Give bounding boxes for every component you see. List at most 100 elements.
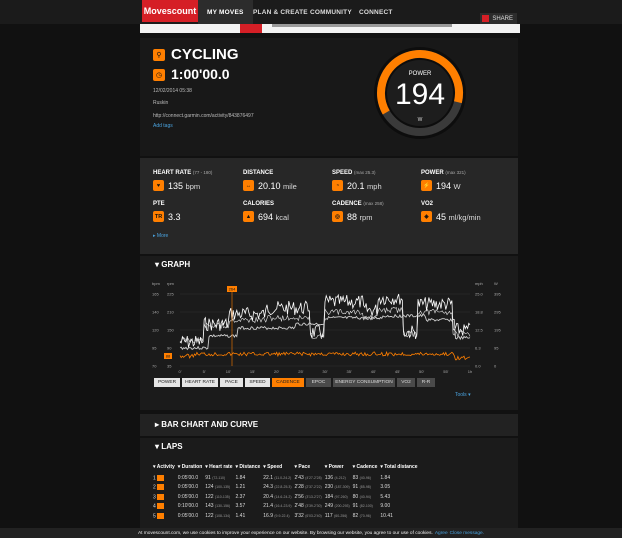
axis-unit-w: W [494, 281, 498, 286]
more-link[interactable]: ▸ More [153, 233, 168, 239]
x-tick: 45' [395, 369, 400, 374]
tools-label: Tools [455, 392, 467, 398]
cycling-icon: ⚲ [153, 49, 165, 61]
x-tick: 55' [443, 369, 448, 374]
x-tick: 5' [203, 369, 206, 374]
laps-table: ▾ Activity ▾ Duration ▾ Heart rate ▾ Dis… [153, 464, 421, 521]
collapse-icon: ▾ [155, 260, 160, 269]
mph-tick: 25.0 [475, 292, 484, 297]
x-tick: 35' [347, 369, 352, 374]
laps-title: LAPS [161, 442, 183, 451]
laps-col-total-distance[interactable]: ▾ Total distance [380, 464, 420, 473]
add-tags-link[interactable]: Add tags [153, 123, 173, 129]
sub-bar-highlight [240, 24, 262, 33]
table-row[interactable]: 5 0:05'00.0 122 (108-134) 1.41 16.9 (9.9… [153, 511, 421, 521]
move-graph[interactable]: bpm rpm mph W 165 140 120 95 70 225 210 … [150, 280, 508, 376]
axis-unit-rpm: rpm [167, 281, 175, 286]
mph-tick: 12.5 [475, 328, 484, 333]
laps-col-distance[interactable]: ▾ Distance [236, 464, 264, 473]
duration: 1:00'00.0 [171, 66, 230, 82]
cookie-close-link[interactable]: Close message. [450, 531, 484, 536]
tools-dropdown[interactable]: Tools ▾ [455, 392, 471, 398]
distance-icon: ↔ [243, 180, 254, 191]
cookie-agree-link[interactable]: Agree [435, 531, 448, 536]
power-icon: ⚡ [421, 180, 432, 191]
laps-col-speed[interactable]: ▾ Speed [263, 464, 294, 473]
cad-tick: 90 [167, 346, 172, 351]
chip-energy-consumption[interactable]: ENERGY CONSUMPTION [333, 378, 395, 387]
mph-tick: 6.3 [475, 346, 481, 351]
stat-value: 45 [436, 211, 447, 222]
laps-col-activity[interactable]: ▾ Activity [153, 464, 178, 473]
cookie-text: At movescount.com, we use cookies to imp… [137, 530, 433, 536]
laps-col-cadence[interactable]: ▾ Cadence [353, 464, 381, 473]
graph-cursor-value: 264 [229, 287, 236, 292]
table-row[interactable]: 2 0:05'00.0 124 (100-135) 1.21 24.3 (22.… [153, 483, 421, 493]
bar-chart-section[interactable]: ▸ BAR CHART AND CURVE [140, 414, 518, 436]
pte-icon: TR [153, 211, 164, 222]
chip-epoc[interactable]: EPOC [306, 378, 331, 387]
sport-title: CYCLING [171, 46, 239, 63]
cad-tick: 225 [167, 292, 174, 297]
nav-connect[interactable]: CONNECT [350, 0, 402, 24]
w-tick: 0 [494, 364, 497, 369]
cad-tick: 35 [167, 364, 172, 369]
stat-unit: bpm [185, 181, 201, 191]
laps-header[interactable]: ▾ LAPS [152, 442, 183, 451]
stat-vo2: VO2 ◈ 45 ml/kg/min [421, 201, 481, 222]
x-tick: 25' [298, 369, 303, 374]
stat-sub: (max 321) [445, 170, 466, 175]
stat-label: VO2 [421, 201, 434, 207]
more-label: More [156, 233, 169, 239]
w-tick: 395 [494, 292, 501, 297]
stat-cadence: CADENCE (max 258) ◎ 88 rpm [332, 201, 384, 222]
gauge-value: 194 [394, 78, 446, 111]
gauge-unit: W [417, 117, 423, 123]
chevron-down-icon: ▾ [468, 392, 471, 398]
chip-speed[interactable]: SPEED [245, 378, 270, 387]
stat-unit: kcal [275, 212, 289, 222]
stat-sub: (77 - 180) [192, 170, 213, 175]
table-row[interactable]: 3 0:05'00.0 122 (110-135) 2.37 20.4 (14.… [153, 492, 421, 502]
chip-heart-rate[interactable]: HEART RATE [182, 378, 218, 387]
speed-icon: ◔ [332, 180, 343, 191]
stat-speed: SPEED (max 25.3) ◔ 20.1 mph [332, 170, 382, 191]
cad-tick: 210 [167, 310, 174, 315]
stat-sub: (max 258) [363, 201, 384, 206]
laps-col-pace[interactable]: ▾ Pace [295, 464, 325, 473]
laps-col-duration[interactable]: ▾ Duration [178, 464, 205, 473]
laps-section: ▾ LAPS ▾ Activity ▾ Duration ▾ Heart rat… [140, 438, 518, 538]
hr-tick: 70 [152, 364, 157, 369]
chip-vo2[interactable]: VO2 [397, 378, 415, 387]
hr-tick: 140 [152, 310, 159, 315]
laps-col-power[interactable]: ▾ Power [325, 464, 353, 473]
stat-value: 88 [347, 211, 358, 222]
bar-chart-title: BAR CHART AND CURVE [161, 420, 259, 429]
move-link[interactable]: http://connect.garmin.com/activity/84387… [153, 113, 254, 119]
chip-power[interactable]: POWER [154, 378, 180, 387]
cadence-badge-value: 88 [166, 354, 171, 359]
chip-pace[interactable]: PACE [220, 378, 243, 387]
table-row[interactable]: 1 0:05'00.0 91 (72-110) 1.84 22.1 (11.0-… [153, 473, 421, 483]
bar-chart-header[interactable]: ▸ BAR CHART AND CURVE [152, 420, 258, 429]
share-button[interactable]: SHARE [480, 13, 517, 24]
graph-header[interactable]: ▾ GRAPH [152, 260, 190, 269]
x-tick: 10' [226, 369, 231, 374]
chip-rr[interactable]: R-R [417, 378, 435, 387]
stat-label: HEART RATE [153, 170, 192, 176]
graph-right-ticks: 25.0 18.8 12.5 6.3 0.0 395 295 195 95 0 [475, 292, 501, 369]
share-icon [482, 15, 490, 22]
x-tick: 40' [371, 369, 376, 374]
laps-col-heart-rate[interactable]: ▾ Heart rate [205, 464, 235, 473]
chip-cadence[interactable]: CADENCE [272, 378, 304, 387]
cycling-icon [157, 512, 165, 519]
hr-tick: 165 [152, 292, 159, 297]
stat-label: DISTANCE [243, 170, 274, 176]
w-tick: 295 [494, 310, 501, 315]
movescount-logo[interactable]: Movescount [142, 0, 198, 22]
stat-value: 20.10 [258, 180, 281, 191]
cycling-icon [157, 493, 165, 500]
stat-power: POWER (max 321) ⚡ 194 W [421, 170, 466, 191]
stat-heart-rate: HEART RATE (77 - 180) ♥ 135 bpm [153, 170, 212, 191]
table-row[interactable]: 4 0:10'00.0 143 (130-156) 3.57 21.4 (16.… [153, 502, 421, 512]
